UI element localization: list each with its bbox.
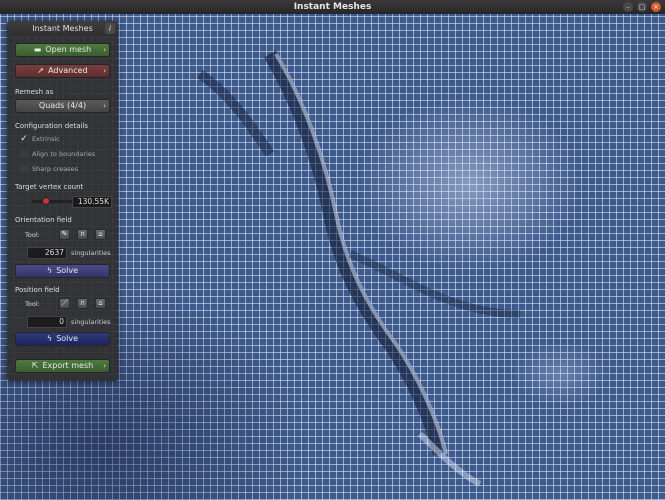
close-icon[interactable]: × <box>651 2 661 12</box>
orientation-solve-label: Solve <box>56 266 79 275</box>
export-mesh-button[interactable]: ⇱ Export mesh › <box>15 359 110 373</box>
export-mesh-label: Export mesh <box>42 361 94 370</box>
check-icon: ✓ <box>20 134 28 144</box>
checkbox-box <box>20 165 28 173</box>
brush-tool-icon[interactable]: ／ <box>59 298 70 309</box>
minimize-icon[interactable]: – <box>623 2 633 12</box>
checkbox-box <box>20 150 28 158</box>
panel-title: Instant Meshes <box>32 24 93 33</box>
chevron-right-icon: › <box>103 46 106 54</box>
position-singularities-label: singularities <box>71 318 111 326</box>
window-controls: – □ × <box>623 2 661 12</box>
window-titlebar: Instant Meshes – □ × <box>0 0 665 14</box>
info-icon[interactable]: i <box>105 23 115 34</box>
orientation-singularities-value: 2637 <box>27 247 67 259</box>
open-mesh-label: Open mesh <box>45 45 92 54</box>
bolt-icon: ϟ <box>46 266 53 275</box>
position-solve-label: Solve <box>56 334 79 343</box>
open-mesh-button[interactable]: ▬ Open mesh › <box>15 43 110 57</box>
position-tool-label: Tool: <box>25 300 40 308</box>
slider-knob[interactable] <box>42 197 50 205</box>
brush-tool-icon[interactable]: ✎ <box>59 229 70 240</box>
orientation-solve-button[interactable]: ϟ Solve <box>15 264 110 278</box>
export-icon: ⇱ <box>31 361 39 370</box>
orientation-tool-label: Tool: <box>25 231 40 239</box>
position-solve-button[interactable]: ϟ Solve <box>15 332 110 346</box>
sharp-creases-checkbox[interactable]: Sharp creases <box>20 165 78 173</box>
advanced-button[interactable]: ➚ Advanced › <box>15 64 110 78</box>
slider-track <box>32 200 74 203</box>
remesh-as-dropdown[interactable]: Quads (4/4) › <box>15 99 110 113</box>
magnet-tool-icon[interactable]: ∩ <box>77 229 88 240</box>
window-title: Instant Meshes <box>293 2 372 12</box>
orientation-singularities-label: singularities <box>71 249 111 257</box>
target-count-heading: Target vertex count <box>15 183 84 191</box>
control-panel: Instant Meshes i ▬ Open mesh › ➚ Advanced … <box>7 21 118 381</box>
lock-tool-icon[interactable]: ⌂ <box>95 229 106 240</box>
target-count-field[interactable]: 130.55K <box>72 196 112 208</box>
magnet-tool-icon[interactable]: ∩ <box>77 298 88 309</box>
position-singularities-value: 0 <box>27 316 67 328</box>
orientation-heading: Orientation field <box>15 216 72 224</box>
advanced-label: Advanced <box>48 66 88 75</box>
position-heading: Position field <box>15 286 60 294</box>
extrinsic-checkbox[interactable]: ✓ Extrinsic <box>20 134 60 144</box>
chevron-right-icon: › <box>103 67 106 75</box>
bolt-icon: ϟ <box>46 334 53 343</box>
chevron-right-icon: › <box>103 102 106 110</box>
rocket-icon: ➚ <box>37 66 45 75</box>
remesh-as-heading: Remesh as <box>15 88 54 96</box>
align-boundaries-checkbox[interactable]: Align to boundaries <box>20 150 95 158</box>
config-heading: Configuration details <box>15 122 89 130</box>
maximize-icon[interactable]: □ <box>637 2 647 12</box>
extrinsic-label: Extrinsic <box>32 135 60 143</box>
lock-tool-icon[interactable]: ⌂ <box>95 298 106 309</box>
align-boundaries-label: Align to boundaries <box>32 150 96 158</box>
remesh-as-value: Quads (4/4) <box>38 101 87 110</box>
panel-header: Instant Meshes i <box>7 21 118 36</box>
chevron-right-icon: › <box>103 362 106 370</box>
sharp-creases-label: Sharp creases <box>32 165 78 173</box>
folder-icon: ▬ <box>33 45 42 54</box>
